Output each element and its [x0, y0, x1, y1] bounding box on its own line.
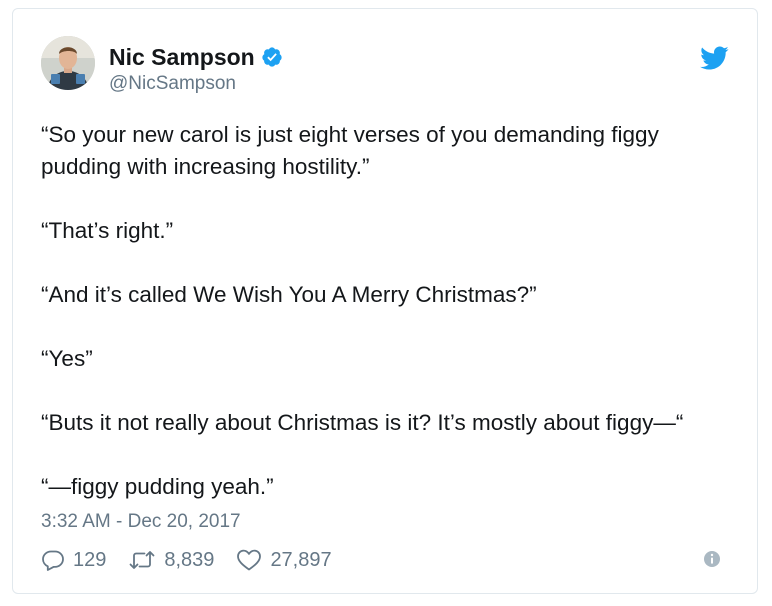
retweet-icon	[129, 551, 155, 569]
reply-icon	[42, 550, 64, 571]
avatar-image	[41, 36, 95, 90]
tweet-paragraph: “Buts it not really about Christmas is i…	[41, 410, 684, 435]
tweet-paragraph: “That’s right.”	[41, 218, 174, 243]
tweet-timestamp[interactable]: 3:32 AM - Dec 20, 2017	[41, 511, 241, 533]
tweet-paragraph: “And it’s called We Wish You A Merry Chr…	[41, 282, 537, 307]
reply-count: 129	[73, 549, 107, 571]
display-name[interactable]: Nic Sampson	[109, 43, 255, 71]
tweet-paragraph: “So your new carol is just eight verses …	[41, 122, 659, 179]
author-handle[interactable]: @NicSampson	[109, 73, 236, 95]
retweet-button[interactable]: 8,839	[128, 548, 214, 572]
heart-icon	[237, 549, 262, 571]
verified-badge-icon	[261, 46, 283, 68]
tweet-paragraph: “—figgy pudding yeah.”	[41, 474, 274, 499]
tweet-text: “So your new carol is just eight verses …	[41, 119, 731, 503]
tweet-actions: 129 8,839 27,897	[41, 545, 354, 575]
info-icon[interactable]	[703, 550, 721, 568]
author-name-row[interactable]: Nic Sampson	[109, 43, 283, 71]
tweet-card: Nic Sampson @NicSampson “So your new car…	[12, 8, 758, 594]
like-count: 27,897	[270, 549, 332, 571]
reply-button[interactable]: 129	[41, 548, 106, 572]
avatar[interactable]	[41, 36, 95, 90]
retweet-count: 8,839	[164, 549, 215, 571]
tweet-paragraph: “Yes”	[41, 346, 93, 371]
like-button[interactable]: 27,897	[236, 548, 332, 572]
twitter-bird-icon[interactable]	[699, 43, 729, 73]
